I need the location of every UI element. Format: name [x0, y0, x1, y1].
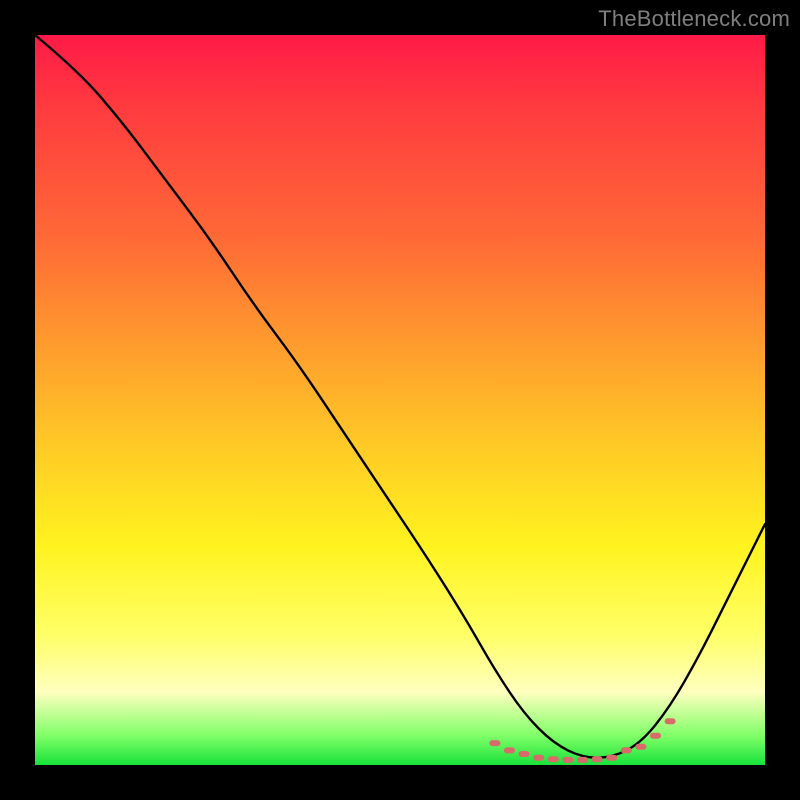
marker-dot [650, 733, 661, 739]
marker-dot [621, 747, 632, 753]
chart-svg [35, 35, 765, 765]
marker-dot [577, 757, 588, 763]
marker-dot [606, 755, 617, 761]
marker-dot [489, 740, 500, 746]
marker-dot [592, 756, 603, 762]
watermark-text: TheBottleneck.com [598, 6, 790, 32]
plot-area [35, 35, 765, 765]
marker-dot [665, 718, 676, 724]
marker-dot [562, 757, 573, 763]
bottleneck-curve-path [35, 35, 765, 758]
marker-dot [519, 751, 530, 757]
marker-dot [548, 756, 559, 762]
marker-dot [635, 744, 646, 750]
chart-frame: TheBottleneck.com [0, 0, 800, 800]
marker-dot [533, 755, 544, 761]
marker-dot [504, 747, 515, 753]
